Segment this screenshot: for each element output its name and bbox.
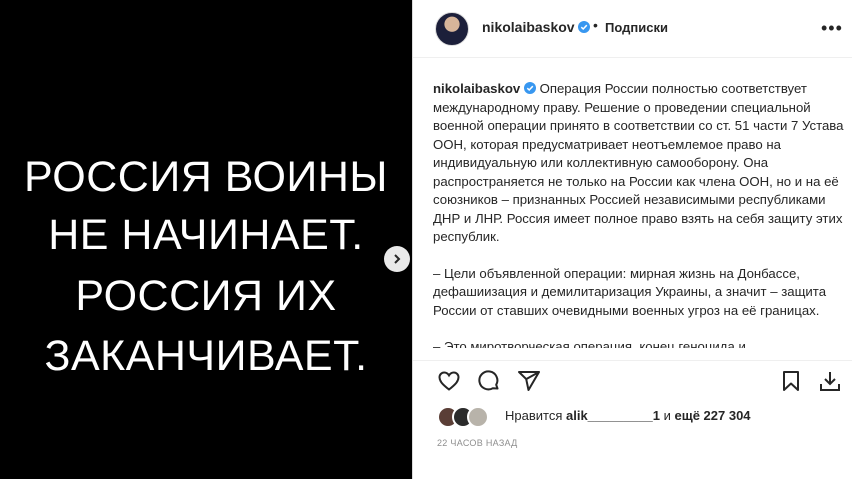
comment-icon[interactable] [477,369,501,393]
image-text-line-1: РОССИЯ ВОИНЫ [24,153,388,201]
verified-badge-icon [523,82,536,94]
header-separator: • [593,17,598,33]
share-icon[interactable] [517,369,541,393]
post-image: РОССИЯ ВОИНЫ НЕ НАЧИНАЕТ. РОССИЯ ИХ ЗАКА… [0,0,412,479]
avatar[interactable] [435,12,469,46]
header-username-text[interactable]: nikolaibaskov [482,19,575,35]
post-timestamp[interactable]: 22 ЧАСОВ НАЗАД [437,438,518,448]
image-text-line-4: ЗАКАНЧИВАЕТ. [44,332,368,380]
image-text-line-3: РОССИЯ ИХ [75,272,337,320]
caption-username[interactable]: nikolaibaskov [433,81,520,96]
chevron-right-icon [394,254,401,264]
save-bookmark-icon[interactable] [779,369,803,393]
image-text-line-2: НЕ НАЧИНАЕТ. [48,211,364,259]
post-header: nikolaibaskov • Подписки ••• [413,0,852,58]
liker-avatar-3[interactable] [467,406,489,428]
caption-paragraph-2: – Цели объявленной операции: мирная жизн… [433,265,827,318]
post-sidebar: nikolaibaskov • Подписки ••• nikolaibask… [412,0,852,479]
download-icon[interactable] [818,369,842,393]
more-options-icon[interactable]: ••• [821,18,843,39]
likes-middle: и [663,408,671,423]
header-username[interactable]: nikolaibaskov [482,19,591,35]
next-image-button[interactable] [384,246,410,272]
caption-paragraph-1: nikolaibaskov Операция России полностью … [433,80,851,247]
likes-prefix: Нравится [505,408,563,423]
likes-row: Нравится alik_________1 и ещё 227 304 [437,406,847,428]
post-caption: nikolaibaskov Операция России полностью … [433,80,851,348]
verified-badge-icon [578,21,591,33]
likes-text: Нравится alik_________1 и ещё 227 304 [505,408,751,423]
following-button[interactable]: Подписки [605,20,668,35]
likes-user[interactable]: alik_________1 [566,408,660,423]
caption-text-1: Операция России полностью соответствует … [433,81,844,244]
like-heart-icon[interactable] [437,369,461,393]
caption-paragraph-3: – Это миротворческая операция, конец ген… [433,339,746,348]
action-bar [413,360,852,401]
likes-count[interactable]: ещё 227 304 [675,408,751,423]
